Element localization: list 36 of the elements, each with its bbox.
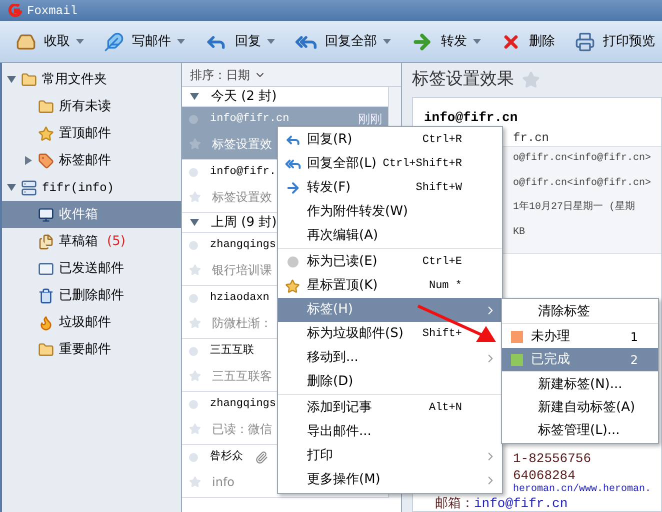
message-subject: info [212, 474, 235, 491]
message-subject: 标签设置效 [212, 136, 272, 153]
sender-email: fr.cn [513, 131, 550, 145]
shortcut-text: Ctrl+R [422, 132, 463, 148]
tag-count: 2 [630, 352, 639, 368]
shortcut-text: Shift+ [422, 326, 463, 342]
sender-name: hziaodaxn [210, 290, 270, 306]
phone-number: 1-82556756 [513, 450, 592, 466]
header-field: KB [513, 224, 661, 249]
sender-name: zhangqings [210, 238, 276, 253]
message-subject: 已读：微信 [212, 421, 272, 438]
sender-address: info@fifr.cn [424, 110, 518, 125]
header-field: o@fifr.cn<info@fifr.cn> [513, 151, 661, 176]
shortcut-text: Alt+N [428, 400, 463, 416]
shortcut-text: Shift+W [416, 180, 463, 196]
message-subject: 标签设置效 [212, 189, 272, 206]
shortcut-text: Ctrl+E [422, 254, 463, 270]
message-subject: 银行培训课 [212, 262, 272, 279]
unread-count: (5) [107, 232, 126, 251]
sender-name: 三五互联 [210, 343, 254, 359]
message-title: 标签设置效果 [412, 68, 514, 92]
sender-name: zhangqings [210, 396, 276, 412]
message-subject: 三五互联客 [212, 368, 272, 385]
tag-count: 1 [630, 328, 639, 346]
sender-name: info@fifr.cn [210, 112, 290, 127]
fax-number: 64068284 [513, 467, 576, 482]
window-title: Foxmail [27, 2, 78, 20]
message-time: 刚刚 [358, 111, 382, 128]
shortcut-text: Num * [428, 278, 463, 294]
email-label: 邮箱： [435, 496, 474, 511]
header-field: o@fifr.cn<info@fifr.cn> [513, 176, 661, 200]
sender-name: info@fifr. [210, 164, 276, 180]
sender-name: 昝杉众 [210, 449, 243, 465]
message-subject: 防微杜渐： [212, 315, 272, 332]
shortcut-text: Ctrl+Shift+R [382, 156, 463, 172]
header-field: 1年10月27日星期一 (星期 [513, 200, 661, 224]
